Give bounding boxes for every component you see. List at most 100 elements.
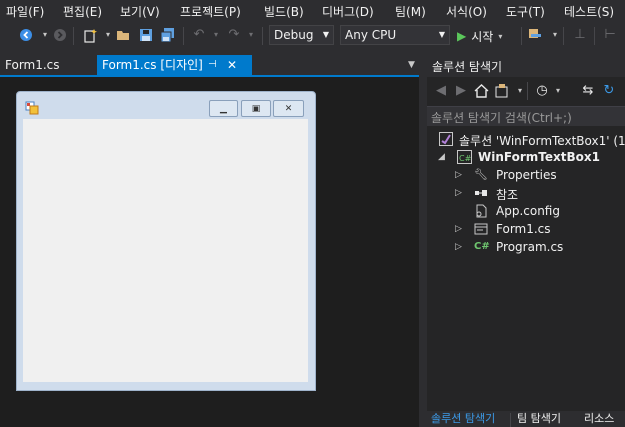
tree-item-properties[interactable]: ▷ 🔧︎ Properties [427,166,625,184]
menu-view[interactable]: 보기(V) [120,3,160,20]
svg-text:C#: C# [459,154,472,163]
tab-form1-designer[interactable]: Form1.cs [디자인] ⊣ ✕ [97,55,252,75]
panel-splitter[interactable] [419,55,427,427]
toolbar-separator [594,27,595,45]
collapsed-arrow-icon[interactable]: ▷ [455,170,462,180]
chevron-down-icon[interactable]: ▾ [550,83,566,99]
menu-tools[interactable]: 도구(T) [506,3,545,20]
find-dropdown-icon[interactable]: ▾ [547,27,563,43]
panel-title: 솔루션 탐색기 [432,60,503,74]
references-icon [474,186,488,200]
undo-dropdown-icon[interactable]: ▾ [208,27,224,43]
menu-project[interactable]: 프로젝트(P) [180,3,241,20]
maximize-button[interactable]: ▣ [241,100,271,117]
tab-solution-explorer[interactable]: 솔루션 탐색기 [431,411,495,427]
sync-icon[interactable]: ⇆ [580,83,596,99]
toolbar-separator [527,82,528,100]
collapsed-arrow-icon[interactable]: ▷ [455,242,462,252]
pin-icon[interactable]: ⊣ [208,55,217,75]
home-icon[interactable] [473,82,489,98]
forward-icon[interactable] [52,27,68,43]
tab-resources[interactable]: 리소스 [584,411,614,427]
forward-icon[interactable]: ▶ [453,83,469,99]
maximize-icon: ▣ [251,103,261,114]
minimize-icon: ▁ [220,103,227,114]
solution-explorer-header: 솔루션 탐색기 [427,55,625,77]
play-icon: ▶ [457,29,467,43]
platform-dropdown[interactable]: Any CPU ▼ [340,25,450,45]
undo-icon[interactable]: ↶ [191,27,207,43]
save-all-icon[interactable] [159,27,175,43]
collapsed-arrow-icon[interactable]: ▷ [455,188,462,198]
config-file-icon [474,204,488,218]
redo-dropdown-icon[interactable]: ▾ [243,27,259,43]
chevron-down-icon: ▼ [322,30,329,39]
pending-changes-icon[interactable]: ◷ [534,83,550,99]
tree-item-references[interactable]: ▷ 참조 [427,184,625,202]
align-icon[interactable]: ⊢ [602,27,618,43]
menu-test[interactable]: 테스트(S) [564,3,614,20]
vs-solution-icon [439,132,453,146]
back-dropdown-icon[interactable]: ▾ [37,27,53,43]
tree-item-label: Program.cs [496,240,564,254]
menu-bar: 파일(F) 편집(E) 보기(V) 프로젝트(P) 빌드(B) 디버그(D) 팀… [0,0,625,22]
step-icon[interactable]: ⊥ [572,27,588,43]
tree-item-form1-cs[interactable]: ▷ Form1.cs [427,220,625,238]
tab-overflow-icon[interactable]: ▼ [408,60,415,70]
solution-explorer-search[interactable]: 솔루션 탐색기 검색(Ctrl+;) [427,106,625,126]
toolbar-separator [73,27,74,45]
tree-item-label: Form1.cs [496,222,551,236]
chevron-down-icon: ▾ [498,31,503,41]
csharp-project-icon: C# [457,150,472,164]
menu-format[interactable]: 서식(O) [446,3,487,20]
editor-tab-strip: Form1.cs Form1.cs [디자인] ⊣ ✕ ▼ [0,55,420,75]
wrench-icon: 🔧︎ [474,168,488,181]
expanded-arrow-icon[interactable]: ◢ [438,152,445,162]
tab-team-explorer[interactable]: 팀 탐색기 [517,411,561,427]
configuration-value: Debug [274,28,314,42]
csharp-file-icon: C# [474,241,490,252]
tree-item-label: 참조 [496,188,519,202]
form-client-area[interactable] [23,119,308,382]
tree-item-label: App.config [496,204,560,218]
tree-solution-node[interactable]: 솔루션 'WinFormTextBox1' (1 [427,130,625,148]
menu-build[interactable]: 빌드(B) [264,3,304,20]
open-file-icon[interactable] [115,27,131,43]
toolbar-separator [183,27,184,45]
form-app-icon [25,101,39,115]
switch-views-icon[interactable] [495,82,511,98]
close-icon[interactable]: ✕ [227,55,237,75]
configuration-dropdown[interactable]: Debug ▼ [269,25,334,45]
tab-form1-cs[interactable]: Form1.cs [0,55,65,75]
save-icon[interactable] [138,27,154,43]
start-button[interactable]: ▶ 시작 ▾ [457,27,502,45]
tree-item-app-config[interactable]: App.config [427,202,625,220]
tab-label: Form1.cs [5,58,60,72]
close-icon: ✕ [284,103,293,114]
tab-label: Form1.cs [디자인] [102,58,203,72]
toolbar-separator [563,27,564,45]
new-dropdown-icon[interactable]: ▾ [100,27,116,43]
collapsed-arrow-icon[interactable]: ▷ [455,224,462,234]
chevron-down-icon[interactable]: ▾ [512,83,528,99]
menu-debug[interactable]: 디버그(D) [322,3,374,20]
toolbar: ▾ ▾ ↶ ▾ ↷ ▾ Debug ▼ Any CPU ▼ ▶ 시작 ▾ ▾ ⊥… [0,22,625,50]
tab-separator [510,413,511,427]
toolbar-separator [521,27,522,45]
solution-label: 솔루션 'WinFormTextBox1' (1 [459,134,625,148]
close-window-button[interactable]: ✕ [273,100,304,117]
tree-item-program-cs[interactable]: ▷ C# Program.cs [427,238,625,256]
menu-team[interactable]: 팀(M) [395,3,426,20]
refresh-icon[interactable]: ↻ [601,83,617,99]
find-in-files-icon[interactable] [528,27,544,43]
back-icon[interactable]: ◀ [433,83,449,99]
platform-value: Any CPU [345,28,397,42]
search-placeholder: 솔루션 탐색기 검색(Ctrl+;) [431,111,572,125]
tree-project-node[interactable]: ◢ C# WinFormTextBox1 [427,148,625,166]
menu-file[interactable]: 파일(F) [6,3,44,20]
minimize-button[interactable]: ▁ [209,100,238,117]
new-project-icon[interactable] [82,27,98,43]
menu-edit[interactable]: 편집(E) [63,3,102,20]
back-icon[interactable] [18,27,34,43]
redo-icon[interactable]: ↷ [226,27,242,43]
